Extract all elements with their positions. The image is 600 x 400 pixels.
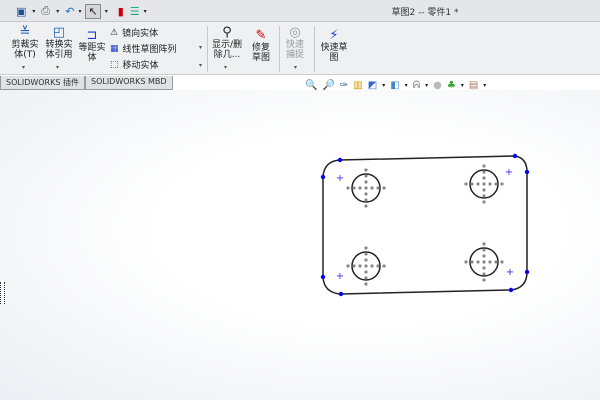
tab-solidworks-addins[interactable]: SOLIDWORKS 插件 <box>0 76 85 90</box>
display-delete-relations-button[interactable]: ⚲ 显示/删除几... <box>210 25 244 60</box>
previous-view-icon[interactable]: ✑ <box>340 80 348 91</box>
separator <box>314 26 315 72</box>
tab-solidworks-mbd[interactable]: SOLIDWORKS MBD <box>84 76 173 90</box>
command-manager-tabs: SOLIDWORKS 插件 SOLIDWORKS MBD <box>0 76 173 90</box>
relations-icon: ⚲ <box>222 25 232 40</box>
section-view-icon[interactable]: ▥ <box>353 80 362 91</box>
repair-sketch-button[interactable]: ✎ 修复草图 <box>248 28 274 63</box>
move-icon: ⬚ <box>110 59 119 70</box>
separator <box>207 26 208 72</box>
view-orientation-icon[interactable]: ◩ <box>368 80 377 91</box>
rapid-sketch-label: 快速草图 <box>320 43 348 63</box>
trim-entities-button[interactable]: ≚ 剪裁实体(T) <box>8 25 42 60</box>
rapid-sketch-button[interactable]: ⚡ 快速草图 <box>317 28 351 63</box>
move-dropdown[interactable]: ▾ <box>199 62 202 69</box>
window-title: 草图2 -- 零件1 * <box>391 8 459 18</box>
mirror-icon: ⚠ <box>110 27 119 38</box>
sketch-ribbon: ≚ 剪裁实体(T) ▾ ◰ 转换实体引用 ▾ ⊐ 等距实体 ⚠ 镜向实体 ▦ 线性草图阵列… <box>0 22 600 75</box>
mirror-entities-button[interactable]: ⚠ 镜向实体 <box>110 26 159 40</box>
appearance-icon[interactable]: ● <box>433 80 442 91</box>
repair-label: 修复草图 <box>251 43 270 63</box>
move-entities-button[interactable]: ⬚ 移动实体 <box>110 58 159 72</box>
panel-resize-handle[interactable] <box>0 282 5 304</box>
convert-dropdown[interactable]: ▾ <box>56 64 59 71</box>
mirror-label: 镜向实体 <box>122 29 159 39</box>
convert-icon: ◰ <box>52 25 66 40</box>
view-settings-icon[interactable]: ▤ <box>469 80 478 91</box>
hide-show-icon[interactable]: ᕱ <box>413 80 420 91</box>
quick-snap-label: 快速捕捉 <box>285 40 304 60</box>
convert-entities-button[interactable]: ◰ 转换实体引用 <box>44 25 74 60</box>
linear-pattern-label: 线性草图阵列 <box>122 45 177 55</box>
zoom-to-fit-icon[interactable]: 🔍 <box>305 80 317 91</box>
display-delete-label: 显示/删除几... <box>211 40 243 60</box>
trim-icon: ≚ <box>19 25 31 40</box>
display-style-icon[interactable]: ◧ <box>390 80 399 91</box>
scene-icon[interactable]: ♣ <box>447 80 456 91</box>
separator <box>279 26 280 72</box>
zoom-area-icon[interactable]: 🔎 <box>322 80 334 91</box>
offset-entities-button[interactable]: ⊐ 等距实体 <box>77 28 107 63</box>
grid-pattern-icon: ▦ <box>110 43 119 54</box>
snap-icon: ◎ <box>289 25 301 40</box>
convert-label: 转换实体引用 <box>45 40 73 60</box>
offset-icon: ⊐ <box>86 28 98 43</box>
trim-label: 剪裁实体(T) <box>11 40 39 60</box>
quick-snap-button[interactable]: ◎ 快速捕捉 <box>282 25 308 60</box>
move-label: 移动实体 <box>122 61 159 71</box>
relations-dropdown[interactable]: ▾ <box>224 64 227 71</box>
repair-icon: ✎ <box>255 28 267 43</box>
snap-dropdown[interactable]: ▾ <box>294 64 297 71</box>
linear-pattern-button[interactable]: ▦ 线性草图阵列 <box>110 42 177 56</box>
heads-up-view-toolbar: 🔍 🔎 ✑ ▥ ◩ ▾ ◧ ▾ ᕱ ▾ ● ♣ ▾ ▤ ▾ <box>305 80 487 91</box>
pattern-dropdown[interactable]: ▾ <box>199 44 202 51</box>
offset-label: 等距实体 <box>78 43 106 63</box>
trim-dropdown[interactable]: ▾ <box>22 64 25 71</box>
title-bar: ▣ ▾ ⎙ ▾ ↶ ▾ ↖ ▾ ▮ ☰ ▾ 草图2 -- 零件1 * <box>0 0 600 22</box>
graphics-area[interactable] <box>0 90 600 400</box>
rapid-sketch-icon: ⚡ <box>329 28 339 43</box>
